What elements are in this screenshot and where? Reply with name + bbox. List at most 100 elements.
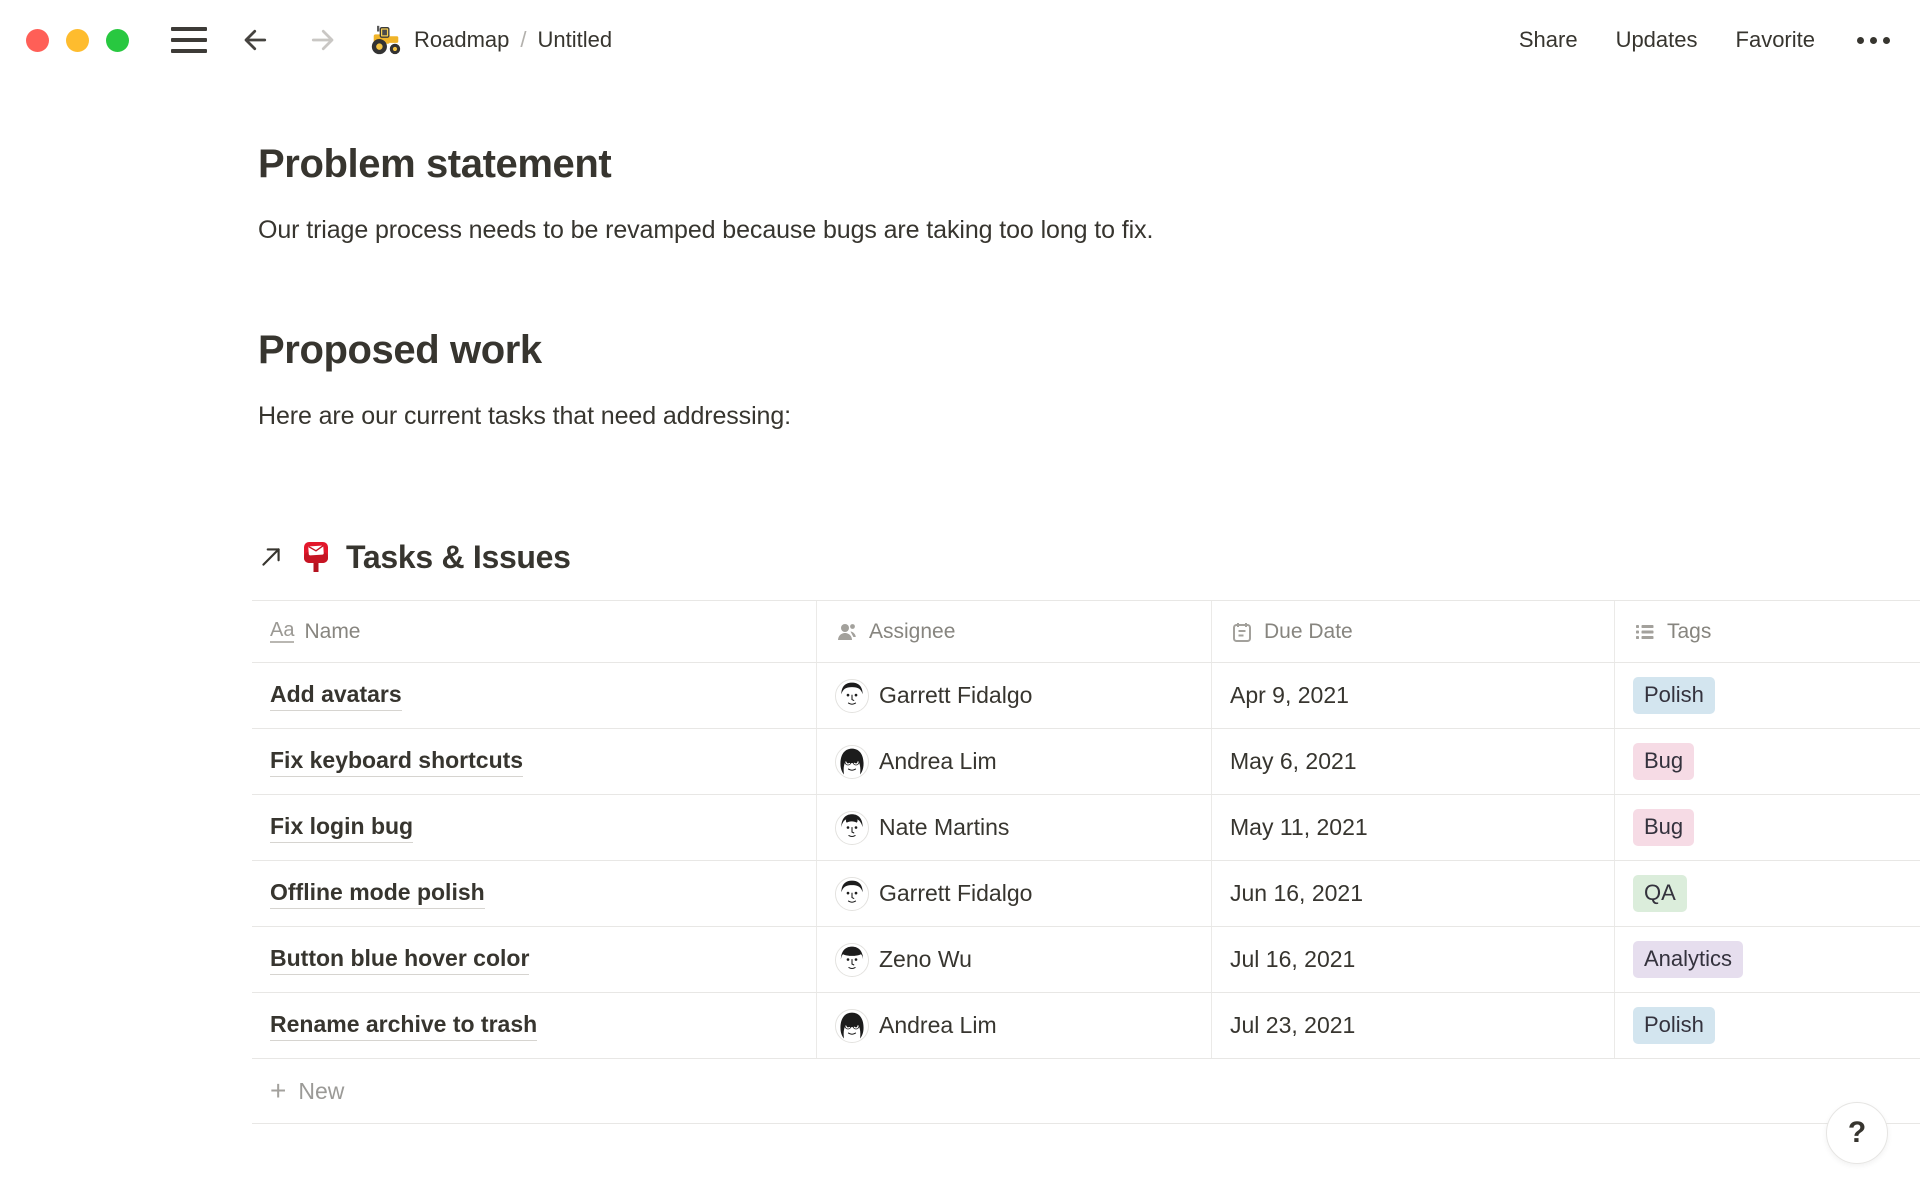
tag-badge: Bug xyxy=(1633,809,1694,846)
avatar xyxy=(835,1009,869,1043)
tag-badge: QA xyxy=(1633,875,1687,912)
name-cell[interactable]: Button blue hover color xyxy=(252,927,817,992)
due-date: Jun 16, 2021 xyxy=(1230,880,1363,907)
tag-badge: Polish xyxy=(1633,1007,1715,1044)
name-cell[interactable]: Fix keyboard shortcuts xyxy=(252,729,817,794)
assignee-name: Garrett Fidalgo xyxy=(879,682,1032,709)
share-button[interactable]: Share xyxy=(1519,27,1578,53)
tags-cell[interactable]: Polish xyxy=(1615,993,1920,1058)
window-titlebar: Roadmap / Untitled Share Updates Favorit… xyxy=(0,0,1920,80)
plus-icon: + xyxy=(270,1077,286,1105)
calendar-icon xyxy=(1230,620,1254,644)
due-date-cell[interactable]: May 6, 2021 xyxy=(1212,729,1615,794)
table-row: Offline mode polish Garrett Fidalgo Jun … xyxy=(252,861,1920,927)
page-content: Problem statement Our triage process nee… xyxy=(0,140,1920,1124)
tags-cell[interactable]: Bug xyxy=(1615,729,1920,794)
table-row: Fix keyboard shortcuts Andrea Lim May 6,… xyxy=(252,729,1920,795)
topbar-actions: Share Updates Favorite xyxy=(1519,27,1890,53)
updates-button[interactable]: Updates xyxy=(1616,27,1698,53)
heading-proposed-work: Proposed work xyxy=(258,326,1920,374)
task-title-link[interactable]: Offline mode polish xyxy=(270,879,485,909)
task-title-link[interactable]: Fix keyboard shortcuts xyxy=(270,747,523,777)
assignee-cell[interactable]: Andrea Lim xyxy=(817,993,1212,1058)
column-header-assignee[interactable]: Assignee xyxy=(817,601,1212,662)
postbox-icon xyxy=(298,539,334,575)
tag-badge: Analytics xyxy=(1633,941,1743,978)
column-label: Tags xyxy=(1667,620,1711,644)
breadcrumb-current[interactable]: Untitled xyxy=(538,27,613,53)
avatar xyxy=(835,877,869,911)
avatar xyxy=(835,745,869,779)
name-cell[interactable]: Rename archive to trash xyxy=(252,993,817,1058)
tags-cell[interactable]: QA xyxy=(1615,861,1920,926)
assignee-cell[interactable]: Garrett Fidalgo xyxy=(817,663,1212,728)
due-date-cell[interactable]: Apr 9, 2021 xyxy=(1212,663,1615,728)
avatar xyxy=(835,679,869,713)
tractor-icon xyxy=(369,23,403,57)
back-arrow-icon[interactable] xyxy=(239,23,273,57)
assignee-name: Nate Martins xyxy=(879,814,1009,841)
column-label: Assignee xyxy=(869,620,955,644)
database-title-text[interactable]: Tasks & Issues xyxy=(346,539,571,576)
due-date-cell[interactable]: Jul 23, 2021 xyxy=(1212,993,1615,1058)
north-east-arrow-icon xyxy=(258,544,284,570)
avatar xyxy=(835,943,869,977)
breadcrumb-root[interactable]: Roadmap xyxy=(414,27,509,53)
sidebar-menu-icon[interactable] xyxy=(171,27,207,53)
due-date-cell[interactable]: Jun 16, 2021 xyxy=(1212,861,1615,926)
due-date: May 6, 2021 xyxy=(1230,748,1357,775)
due-date: May 11, 2021 xyxy=(1230,814,1368,841)
assignee-cell[interactable]: Zeno Wu xyxy=(817,927,1212,992)
column-label: Name xyxy=(304,620,360,644)
minimize-window-button[interactable] xyxy=(66,29,89,52)
table-row: Rename archive to trash Andrea Lim Jul 2… xyxy=(252,993,1920,1059)
column-header-tags[interactable]: Tags xyxy=(1615,601,1920,662)
close-window-button[interactable] xyxy=(26,29,49,52)
assignee-name: Zeno Wu xyxy=(879,946,972,973)
assignee-cell[interactable]: Garrett Fidalgo xyxy=(817,861,1212,926)
due-date: Apr 9, 2021 xyxy=(1230,682,1349,709)
name-cell[interactable]: Fix login bug xyxy=(252,795,817,860)
due-date: Jul 23, 2021 xyxy=(1230,1012,1355,1039)
heading-problem-statement: Problem statement xyxy=(258,140,1920,188)
zoom-window-button[interactable] xyxy=(106,29,129,52)
new-row-label: New xyxy=(298,1078,344,1105)
task-title-link[interactable]: Fix login bug xyxy=(270,813,413,843)
name-cell[interactable]: Offline mode polish xyxy=(252,861,817,926)
text-style-icon: Aa xyxy=(270,620,294,643)
table-row: Fix login bug Nate Martins May 11, 2021 … xyxy=(252,795,1920,861)
forward-arrow-icon[interactable] xyxy=(305,23,339,57)
person-icon xyxy=(835,620,859,644)
task-title-link[interactable]: Button blue hover color xyxy=(270,945,529,975)
assignee-name: Andrea Lim xyxy=(879,748,997,775)
tags-cell[interactable]: Polish xyxy=(1615,663,1920,728)
column-header-due-date[interactable]: Due Date xyxy=(1212,601,1615,662)
tags-cell[interactable]: Analytics xyxy=(1615,927,1920,992)
tasks-table: Aa Name Assignee Due Date Tags Add avata… xyxy=(252,600,1920,1124)
table-row: Add avatars Garrett Fidalgo Apr 9, 2021 … xyxy=(252,663,1920,729)
column-label: Due Date xyxy=(1264,620,1353,644)
more-menu-button[interactable] xyxy=(1857,37,1890,44)
assignee-cell[interactable]: Nate Martins xyxy=(817,795,1212,860)
tags-cell[interactable]: Bug xyxy=(1615,795,1920,860)
help-question-mark: ? xyxy=(1848,1116,1866,1150)
breadcrumb-separator: / xyxy=(520,27,526,53)
tag-badge: Polish xyxy=(1633,677,1715,714)
name-cell[interactable]: Add avatars xyxy=(252,663,817,728)
column-header-name[interactable]: Aa Name xyxy=(252,601,817,662)
task-title-link[interactable]: Add avatars xyxy=(270,681,402,711)
assignee-name: Andrea Lim xyxy=(879,1012,997,1039)
favorite-button[interactable]: Favorite xyxy=(1736,27,1815,53)
due-date-cell[interactable]: May 11, 2021 xyxy=(1212,795,1615,860)
table-header-row: Aa Name Assignee Due Date Tags xyxy=(252,600,1920,663)
linked-database-title[interactable]: Tasks & Issues xyxy=(258,536,1920,578)
traffic-lights xyxy=(26,29,129,52)
due-date-cell[interactable]: Jul 16, 2021 xyxy=(1212,927,1615,992)
help-button[interactable]: ? xyxy=(1826,1102,1888,1164)
assignee-name: Garrett Fidalgo xyxy=(879,880,1032,907)
table-row: Button blue hover color Zeno Wu Jul 16, … xyxy=(252,927,1920,993)
assignee-cell[interactable]: Andrea Lim xyxy=(817,729,1212,794)
task-title-link[interactable]: Rename archive to trash xyxy=(270,1011,537,1041)
new-row-button[interactable]: + New xyxy=(252,1059,1920,1124)
avatar xyxy=(835,811,869,845)
